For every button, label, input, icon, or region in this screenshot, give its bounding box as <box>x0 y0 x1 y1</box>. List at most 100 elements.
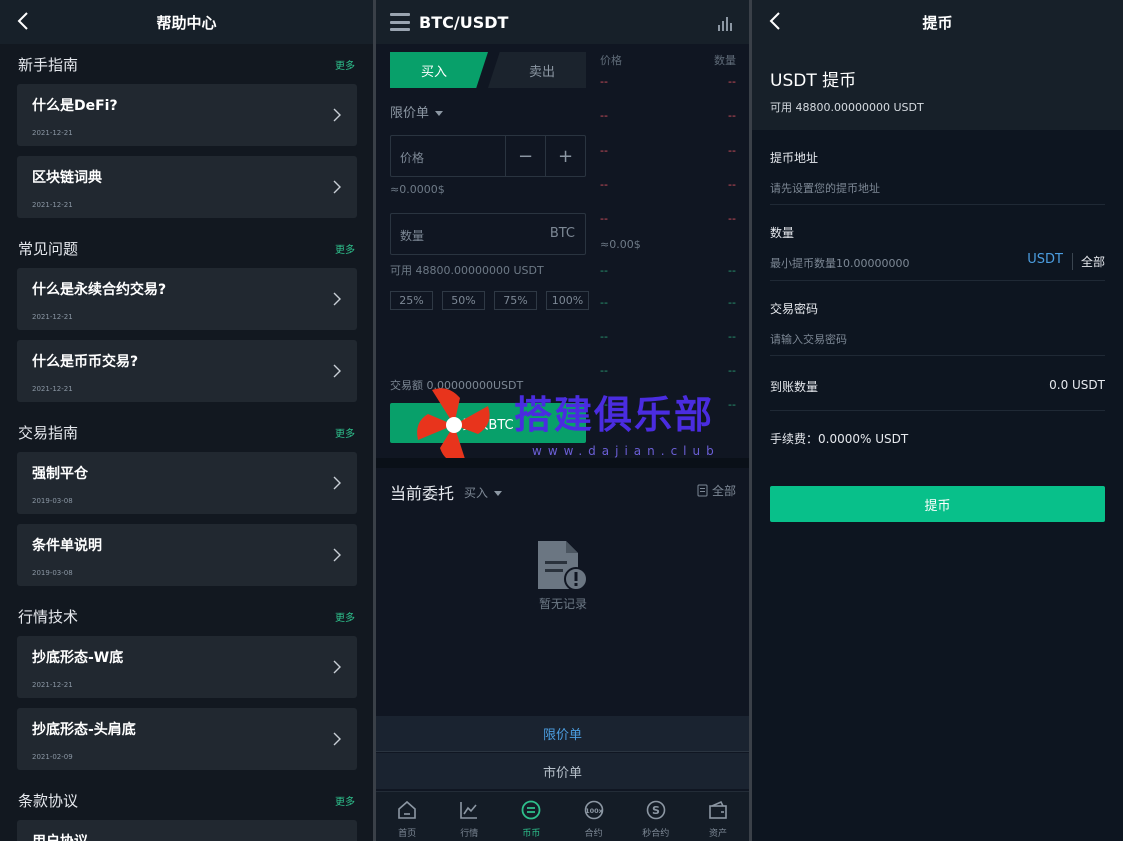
article-title: 强制平仓 <box>32 466 88 482</box>
home-icon <box>398 800 416 819</box>
help-header: 帮助中心 <box>0 0 373 44</box>
orderbook-qty: -- <box>728 212 736 225</box>
chevron-right-icon <box>333 364 341 378</box>
tab-second-contract[interactable]: S 秒合约 <box>625 792 687 841</box>
document-icon <box>697 484 708 497</box>
price-input[interactable]: 价格 − + <box>390 135 586 177</box>
article-title: 抄底形态-头肩底 <box>32 722 136 738</box>
minus-button[interactable]: − <box>505 136 545 176</box>
orderbook-qty: -- <box>728 330 736 343</box>
orderbook-ask-row[interactable]: -- -- <box>600 178 736 191</box>
trade-amount: 交易额 0.00000000USDT <box>390 379 524 392</box>
trading-pair[interactable]: BTC/USDT <box>419 13 508 32</box>
help-center-screen: 帮助中心 新手指南 更多 什么是DeFi? 2021-12-21 区块链词典 2021-1… <box>0 0 373 841</box>
orderbook-ask-row[interactable]: -- -- <box>600 75 736 88</box>
buy-btc-button[interactable]: 买入BTC <box>390 403 586 443</box>
back-button[interactable] <box>12 10 34 32</box>
more-link[interactable]: 更多 <box>335 425 355 440</box>
orderbook-price: -- <box>600 178 608 191</box>
help-article-card[interactable]: 条件单说明 2019-03-08 <box>17 524 357 586</box>
chevron-right-icon <box>333 180 341 194</box>
article-title: 区块链词典 <box>32 170 102 186</box>
orderbook-price: -- <box>600 109 608 122</box>
chevron-right-icon <box>333 732 341 746</box>
orderbook-qty: -- <box>728 296 736 309</box>
help-article-card[interactable]: 什么是永续合约交易? 2021-12-21 <box>17 268 357 330</box>
address-field[interactable]: 提币地址 请先设置您的提币地址 <box>770 130 1105 205</box>
order-type-select[interactable]: 限价单 <box>390 102 444 121</box>
quantity-unit: USDT <box>1027 252 1063 267</box>
password-field[interactable]: 交易密码 请输入交易密码 <box>770 281 1105 356</box>
orderbook-ask-row[interactable]: -- -- <box>600 109 736 122</box>
help-article-card[interactable]: 区块链词典 2021-12-21 <box>17 156 357 218</box>
trade-header: BTC/USDT <box>376 0 749 44</box>
help-article-card[interactable]: 什么是币币交易? 2021-12-21 <box>17 340 357 402</box>
article-date: 2021-12-21 <box>32 129 73 137</box>
section-header: 新手指南 更多 <box>0 44 373 84</box>
quantity-input[interactable]: 数量 BTC <box>390 213 586 255</box>
help-article-card[interactable]: 抄底形态-头肩底 2021-02-09 <box>17 708 357 770</box>
chevron-right-icon <box>333 292 341 306</box>
article-date: 2019-03-08 <box>32 497 73 505</box>
more-link[interactable]: 更多 <box>335 241 355 256</box>
all-button[interactable]: 全部 <box>1071 253 1105 270</box>
orderbook-ask-row[interactable]: -- -- <box>600 212 736 225</box>
option-limit-order[interactable]: 限价单 <box>376 716 749 752</box>
tab-spot[interactable]: 币币 <box>500 792 562 841</box>
article-date: 2021-02-09 <box>32 753 73 761</box>
article-title: 抄底形态-W底 <box>32 650 124 666</box>
help-section-list: 新手指南 更多 什么是DeFi? 2021-12-21 区块链词典 2021-12-21 常… <box>0 44 373 841</box>
percent-buttons: 25% 50% 75% 100% <box>390 291 589 310</box>
help-article-card[interactable]: 强制平仓 2019-03-08 <box>17 452 357 514</box>
tab-home[interactable]: 首页 <box>376 792 438 841</box>
password-label: 交易密码 <box>770 302 819 316</box>
orderbook-bid-row[interactable]: -- -- <box>600 296 736 309</box>
more-link[interactable]: 更多 <box>335 793 355 808</box>
tab-label: 秒合约 <box>642 829 670 839</box>
watermark-url: www.dajian.club <box>532 444 720 458</box>
tab-market[interactable]: 行情 <box>438 792 500 841</box>
back-button[interactable] <box>764 10 786 32</box>
help-article-card[interactable]: 抄底形态-W底 2021-12-21 <box>17 636 357 698</box>
orderbook-price: -- <box>600 296 608 309</box>
withdraw-header: 提币 <box>752 0 1123 44</box>
percent-button[interactable]: 50% <box>442 291 485 310</box>
withdraw-button[interactable]: 提币 <box>770 486 1105 522</box>
orderbook-bid-row[interactable]: -- -- <box>600 330 736 343</box>
plus-button[interactable]: + <box>545 136 585 176</box>
help-article-card[interactable]: 什么是DeFi? 2021-12-21 <box>17 84 357 146</box>
chevron-right-icon <box>333 108 341 122</box>
tab-contract[interactable]: 100x 合约 <box>563 792 625 841</box>
more-link[interactable]: 更多 <box>335 57 355 72</box>
percent-button[interactable]: 75% <box>494 291 537 310</box>
menu-icon[interactable] <box>390 13 410 31</box>
orderbook-qty: -- <box>728 75 736 88</box>
quantity-field[interactable]: 数量 最小提币数量10.00000000 USDT 全部 <box>770 205 1105 281</box>
chevron-left-icon <box>17 12 28 30</box>
orders-filter-select[interactable]: 买入 <box>464 484 503 501</box>
orderbook-bid-row[interactable]: -- -- <box>600 398 736 411</box>
tab-assets[interactable]: 资产 <box>687 792 749 841</box>
quantity-unit: BTC <box>549 226 575 241</box>
percent-button[interactable]: 100% <box>546 291 589 310</box>
all-orders-link[interactable]: 全部 <box>697 482 736 499</box>
tab-sell[interactable]: 卖出 <box>488 52 586 88</box>
more-link[interactable]: 更多 <box>335 609 355 624</box>
chevron-right-icon <box>333 660 341 674</box>
chart-icon[interactable] <box>717 16 733 31</box>
svg-text:100x: 100x <box>585 807 604 815</box>
orderbook-ask-row[interactable]: -- -- <box>600 144 736 157</box>
section-title: 新手指南 <box>18 55 79 74</box>
option-market-order[interactable]: 市价单 <box>376 753 749 789</box>
tab-buy[interactable]: 买入 <box>390 52 488 88</box>
percent-button[interactable]: 25% <box>390 291 433 310</box>
orderbook-price-label: 价格 <box>600 54 622 67</box>
withdraw-screen: 提币 USDT 提币 可用 48800.00000000 USDT 提币地址 请… <box>752 0 1123 841</box>
empty-text: 暂无记录 <box>538 597 587 611</box>
orderbook-bid-row[interactable]: -- -- <box>600 264 736 277</box>
current-orders-title: 当前委托 <box>390 484 455 503</box>
help-article-card[interactable]: 用户协议2019-03-08 <box>17 820 357 841</box>
buy-sell-tabs: 买入 卖出 <box>390 52 586 88</box>
empty-state <box>536 539 588 595</box>
orderbook-bid-row[interactable]: -- -- <box>600 364 736 377</box>
